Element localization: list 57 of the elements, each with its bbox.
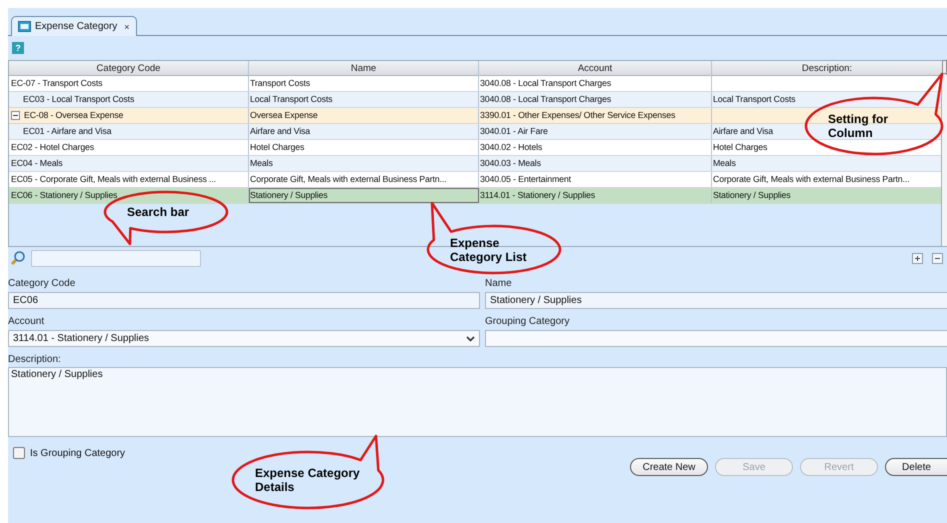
table-cell-text: 3040.03 - Meals xyxy=(480,157,541,170)
table-cell-text: 3040.08 - Local Transport Charges xyxy=(480,93,611,106)
table-cell-text: 3114.01 - Stationery / Supplies xyxy=(480,189,595,202)
table-cell-text: Transport Costs xyxy=(250,77,310,90)
collapse-icon[interactable] xyxy=(932,252,943,264)
name-field[interactable]: Stationery / Supplies xyxy=(485,292,947,309)
collapse-icon[interactable] xyxy=(11,111,20,120)
table-cell-text: Airfare and Visa xyxy=(713,125,774,138)
table-cell-text: EC01 - Airfare and Visa xyxy=(23,125,112,138)
callout-text: Expense Category List xyxy=(450,236,528,264)
callout-text: Search bar xyxy=(127,205,190,219)
table-cell-text: 3390.01 - Other Expenses/ Other Service Expenses xyxy=(480,109,676,122)
table-cell-text: Meals xyxy=(250,157,273,170)
callout-text: Setting for Column xyxy=(828,112,889,140)
action-button[interactable]: Delete xyxy=(885,458,947,476)
action-button[interactable]: Create New xyxy=(630,458,708,476)
field-label: Account xyxy=(8,315,44,328)
tab[interactable]: Expense Category × xyxy=(11,16,137,36)
table-cell-text: 3040.08 - Local Transport Charges xyxy=(480,77,611,90)
table-cell-text: Corporate Gift, Meals with external Business Partn... xyxy=(250,173,446,186)
table-cell-text: Oversea Expense xyxy=(250,109,318,122)
checkbox[interactable] xyxy=(13,447,25,459)
table-cell-text: EC02 - Hotel Charges xyxy=(11,141,94,154)
field-label: Category Code xyxy=(8,277,76,290)
table-cell-text: EC-08 - Oversea Expense xyxy=(24,109,124,122)
table-cell-text: EC06 - Stationery / Supplies xyxy=(11,189,118,202)
field-label: Description: xyxy=(8,353,61,366)
table-cell-text: Local Transport Costs xyxy=(250,93,332,106)
chevron-icon xyxy=(466,336,475,342)
table-cell-text: Hotel Charges xyxy=(713,141,768,154)
tab-label: Expense Category xyxy=(35,21,118,32)
expand-icon[interactable] xyxy=(912,252,923,264)
account-dropdown[interactable]: 3114.01 - Stationery / Supplies xyxy=(8,330,480,347)
table-cell-text: EC-07 - Transport Costs xyxy=(11,77,102,90)
window-icon xyxy=(18,21,31,32)
table-cell-text: Stationery / Supplies xyxy=(250,189,328,202)
category-code-field[interactable]: EC06 xyxy=(8,292,480,309)
search-field[interactable] xyxy=(31,250,201,266)
close-icon[interactable]: × xyxy=(124,22,130,32)
field-label: Grouping Category xyxy=(485,315,570,328)
checkbox-label: Is Grouping Category xyxy=(30,448,126,458)
callout-text: Expense Category Details xyxy=(255,466,361,494)
table-cell-text: EC03 - Local Transport Costs xyxy=(23,93,134,106)
field-label: Name xyxy=(485,277,512,290)
table-cell-text: EC04 - Meals xyxy=(11,157,62,170)
table-cell-text: EC05 - Corporate Gift, Meals with external Business ... xyxy=(11,173,216,186)
table-cell-text: 3040.02 - Hotels xyxy=(480,141,542,154)
table-cell-text: Airfare and Visa xyxy=(250,125,310,138)
column-settings-button[interactable] xyxy=(942,60,947,74)
table-cell-text: Hotel Charges xyxy=(250,141,304,154)
table-cell-text: Corporate Gift, Meals with external Business Partn... xyxy=(713,173,910,186)
table-cell-text: Meals xyxy=(713,157,736,170)
table-cell-text: 3040.05 - Entertainment xyxy=(480,173,571,186)
table-cell-text: 3040.01 - Air Fare xyxy=(480,125,548,138)
table-cell-text: Local Transport Costs xyxy=(713,93,796,106)
table-cell-text: Stationery / Supplies xyxy=(713,189,791,202)
description-field[interactable]: Stationery / Supplies xyxy=(8,367,947,437)
